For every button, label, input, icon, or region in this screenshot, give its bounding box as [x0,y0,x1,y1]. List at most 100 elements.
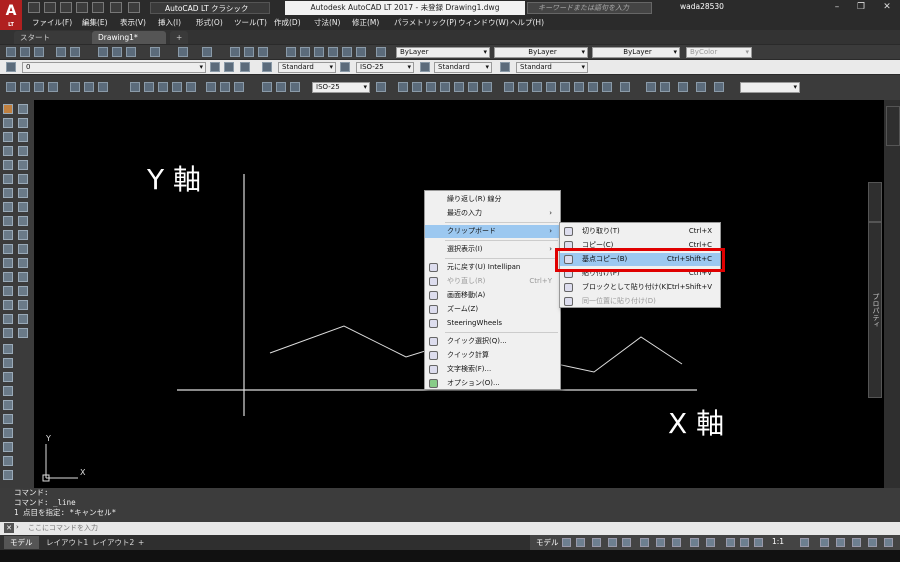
menu-draw[interactable]: 作成(D) [274,16,301,30]
layer-current-icon[interactable] [210,62,220,72]
menu-parametric[interactable]: パラメトリック(P) [394,16,457,30]
zoom-icon[interactable] [244,47,254,57]
draw-arc-icon[interactable] [18,132,28,142]
modify-break-icon[interactable] [3,258,13,268]
save-icon[interactable] [34,47,44,57]
minimize-icon[interactable]: – [826,1,848,15]
point-icon[interactable] [158,82,168,92]
field-icon[interactable] [3,372,13,382]
revcloud-icon[interactable] [84,82,94,92]
modify-explode-icon[interactable] [3,272,13,282]
close-icon[interactable]: ✕ [876,1,898,15]
ellipse-icon[interactable] [98,82,108,92]
menu-format[interactable]: 形式(O) [196,16,223,30]
command-prompt-icon[interactable]: › [16,523,26,533]
qnew-icon[interactable] [6,47,16,57]
app-menu-button[interactable]: A LT [0,0,22,30]
table-style-select[interactable]: Standard [434,62,492,73]
draw-polyline-icon[interactable] [3,118,13,128]
block-icon[interactable] [144,82,154,92]
isodraft-icon[interactable] [640,538,649,547]
quick-properties-icon[interactable] [852,538,861,547]
grid-icon[interactable] [562,538,571,547]
move-icon[interactable] [468,82,478,92]
text-tool-icon[interactable] [18,328,28,338]
hatch-icon[interactable] [172,82,182,92]
draw-rectangle-icon[interactable] [3,132,13,142]
polyline-icon[interactable] [34,82,44,92]
measure-icon[interactable] [678,82,688,92]
modify-array-icon[interactable] [18,230,28,240]
polar-icon[interactable] [622,538,631,547]
menu-item-isolate[interactable]: 選択表示(I) › [425,243,560,256]
layer-select[interactable]: 0 [22,62,206,73]
plotstyle-select[interactable]: ByColor [686,47,752,58]
undo-icon[interactable] [110,2,122,13]
group-icon[interactable] [660,82,670,92]
modify-fillet-icon[interactable] [3,244,13,254]
gradient-icon[interactable] [186,82,196,92]
modify-stretch-icon[interactable] [18,202,28,212]
selection-cycle-icon[interactable] [726,538,735,547]
search-input[interactable]: キーワードまたは語句を入力 [527,2,652,14]
scale-icon[interactable] [504,82,514,92]
command-close-icon[interactable]: ✕ [4,523,14,533]
gradient-tool-icon[interactable] [18,286,28,296]
menu-dimension[interactable]: 寸法(N) [314,16,340,30]
rotate-icon[interactable] [482,82,492,92]
save-icon[interactable] [60,2,72,13]
infer-icon[interactable] [592,538,601,547]
spell-icon[interactable] [3,386,13,396]
draw-ellipse-icon[interactable] [18,160,28,170]
draw-xline-icon[interactable] [18,104,28,114]
dim-style-select-2[interactable]: ISO-25 [312,82,370,93]
pan-icon[interactable] [230,47,240,57]
text-single-icon[interactable] [3,358,13,368]
layer-properties-icon[interactable] [6,62,16,72]
draw-line-icon[interactable] [3,104,13,114]
modify-chamfer-icon[interactable] [18,244,28,254]
dim-style-icon[interactable] [340,62,350,72]
customization-icon[interactable] [884,538,893,547]
command-input[interactable] [28,523,888,534]
plot-icon[interactable] [56,47,66,57]
offset-icon[interactable] [440,82,450,92]
modify-copy-icon[interactable] [18,174,28,184]
menu-item-cut[interactable]: 切り取り(T) Ctrl+X [560,225,720,238]
user-name[interactable]: wada28530 [680,2,724,11]
menu-item-paste-block[interactable]: ブロックとして貼り付け(K) Ctrl+Shift+V [560,281,720,294]
circle-icon[interactable] [70,82,80,92]
line-icon[interactable] [6,82,16,92]
stretch-icon[interactable] [518,82,528,92]
modify-scale-icon[interactable] [3,202,13,212]
toolpalette-icon[interactable] [314,47,324,57]
palette-strip-top[interactable] [886,106,900,146]
modify-erase-icon[interactable] [18,272,28,282]
markup-icon[interactable] [342,47,352,57]
osnap-track-icon[interactable] [656,538,665,547]
menu-item-redo[interactable]: やり直し(R) Ctrl+Y [425,275,560,288]
lineweight-select[interactable]: ByLayer [592,47,680,58]
menu-item-options[interactable]: オプション(O)... [425,377,560,390]
erase-icon[interactable] [398,82,408,92]
break-icon[interactable] [560,82,570,92]
justify-text-icon[interactable] [3,442,13,452]
text-style-select[interactable]: Standard [278,62,336,73]
redo-icon[interactable] [202,47,212,57]
dim-update-icon[interactable] [376,82,386,92]
workspace-gear-icon[interactable] [800,538,809,547]
table-tool-icon[interactable] [18,300,28,310]
abc-icon[interactable] [3,400,13,410]
find-text-icon[interactable] [3,414,13,424]
point-tool-icon[interactable] [18,314,28,324]
trim-icon[interactable] [532,82,542,92]
calc-icon[interactable] [356,47,366,57]
region-icon[interactable] [206,82,216,92]
tab-start[interactable]: スタート [14,31,92,44]
new-tab-button[interactable]: + [170,31,189,44]
draworder-icon[interactable] [646,82,656,92]
menu-item-find-text[interactable]: 文字検索(F)... [425,363,560,376]
draw-circle-icon[interactable] [3,146,13,156]
menu-window[interactable]: ウィンドウ(W) [458,16,509,30]
text-style-icon[interactable] [262,62,272,72]
